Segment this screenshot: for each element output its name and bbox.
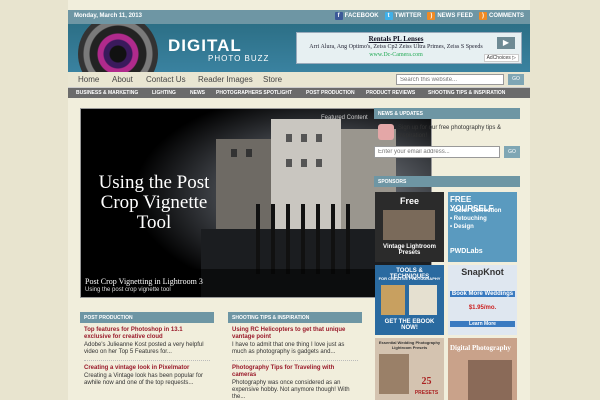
news-updates-box: NEWS & UPDATES Sign up for our free phot…	[374, 108, 520, 164]
email-field[interactable]	[374, 146, 500, 158]
post-production-column: POST PRODUCTION Top features for Photosh…	[80, 312, 214, 387]
search-input[interactable]	[396, 74, 504, 85]
featured-label: Featured Content	[321, 115, 368, 121]
ad-title[interactable]: Rentals PL Lenses	[301, 35, 491, 43]
sponsor-text: • Retouching	[450, 216, 487, 222]
twitter-icon: t	[384, 12, 393, 20]
nav-home[interactable]: Home	[78, 75, 99, 84]
sponsor-text: Essential Wedding Photography Lightroom …	[378, 340, 441, 350]
cat-spotlight[interactable]: PHOTOGRAPHERS SPOTLIGHT	[216, 90, 292, 96]
sponsor-wedding-presets[interactable]: Essential Wedding Photography Lightroom …	[375, 338, 444, 400]
featured-title[interactable]: Using the Post Crop Vignette Tool	[89, 173, 219, 233]
sponsor-text: $1.95/mo.	[468, 305, 497, 311]
twitter-label: TWITTER	[394, 13, 422, 19]
sponsors-box: SPONSORS Free Vintage Lightroom Presets …	[374, 176, 520, 400]
sponsor-lightroom-presets[interactable]: Free Vintage Lightroom Presets	[375, 192, 444, 262]
news-head: NEWS & UPDATES	[374, 108, 520, 119]
ad-choices[interactable]: AdChoices ▷	[483, 54, 519, 62]
facebook-link[interactable]: f FACEBOOK	[334, 12, 379, 20]
shooting-tips-column: SHOOTING TIPS & INSPIRATION Using RC Hel…	[228, 312, 362, 400]
post-title[interactable]: Photography Tips for Traveling with came…	[232, 365, 358, 379]
sponsor-snapknot[interactable]: SnapKnot Book More Weddings $1.95/mo. Le…	[448, 265, 517, 335]
ad-line: Arri Alura, Ang Optimo's, Zeiss Cp2 Zeis…	[309, 44, 483, 50]
list-item: Top features for Photoshop in 13.1 exclu…	[84, 327, 210, 356]
post-excerpt: Adobe's Julieanne Kost posted a very hel…	[84, 342, 204, 355]
divider	[232, 360, 358, 361]
comments-label: COMMENTS	[489, 13, 524, 19]
post-excerpt: Creating a Vintage look has been popular…	[84, 373, 203, 386]
facebook-label: FACEBOOK	[344, 13, 379, 19]
cat-shooting-tips[interactable]: SHOOTING TIPS & INSPIRATION	[428, 90, 505, 96]
sponsor-image	[381, 285, 405, 315]
list-item: Creating a vintage look in Pixelmator Cr…	[84, 365, 210, 387]
sponsor-pwdlabs[interactable]: FREE YOURSELF • Color Correction • Retou…	[448, 192, 517, 262]
sponsor-text: • Design	[450, 224, 474, 230]
sponsor-text: Learn More	[450, 321, 515, 327]
camera-lens-logo-icon[interactable]	[78, 24, 158, 72]
sponsor-text: FOR CREATIVE PHOTOGRAPHY	[378, 276, 441, 281]
sponsor-text: PRESETS	[414, 390, 439, 396]
sponsor-text: 25	[421, 376, 432, 387]
sponsor-image	[468, 360, 512, 400]
sponsor-tools-techniques[interactable]: TOOLS & TECHNIQUES FOR CREATIVE PHOTOGRA…	[375, 265, 444, 335]
category-nav: BUSINESS & MARKETING LIGHTING NEWS PHOTO…	[68, 88, 530, 98]
featured-subcaption: Using the post crop vignette tool	[85, 287, 171, 293]
column-head[interactable]: POST PRODUCTION	[80, 312, 214, 323]
column-head[interactable]: SHOOTING TIPS & INSPIRATION	[228, 312, 362, 323]
cat-business[interactable]: BUSINESS & MARKETING	[76, 90, 138, 96]
list-item: Using RC Helicopters to get that unique …	[232, 327, 358, 356]
cat-lighting[interactable]: LIGHTING	[152, 90, 176, 96]
post-excerpt: I have to admit that one thing I love ju…	[232, 342, 345, 355]
search-go-button[interactable]: GO	[508, 74, 524, 85]
rss-icon: )	[427, 12, 436, 20]
post-excerpt: Photography was once considered as an ex…	[232, 380, 350, 400]
cat-post-production[interactable]: POST PRODUCTION	[306, 90, 355, 96]
twitter-link[interactable]: t TWITTER	[384, 12, 422, 20]
top-bar: Monday, March 11, 2013 f FACEBOOK t TWIT…	[68, 10, 530, 24]
site-header: DIGITAL PHOTO BUZZ Rentals PL Lenses Arr…	[68, 24, 530, 72]
page-wrapper: Monday, March 11, 2013 f FACEBOOK t TWIT…	[68, 0, 530, 400]
news-feed-label: NEWS FEED	[437, 13, 473, 19]
divider	[84, 360, 210, 361]
cat-product-reviews[interactable]: PRODUCT REVIEWS	[366, 90, 415, 96]
sponsor-text: SnapKnot	[461, 267, 504, 277]
facebook-icon: f	[334, 12, 343, 20]
social-links: f FACEBOOK t TWITTER ) NEWS FEED ) COMME…	[334, 12, 524, 20]
nav-contact[interactable]: Contact Us	[146, 75, 186, 84]
sponsors-head: SPONSORS	[374, 176, 520, 187]
post-title[interactable]: Top features for Photoshop in 13.1 exclu…	[84, 327, 210, 341]
featured-caption[interactable]: Post Crop Vignetting in Lightroom 3	[85, 277, 203, 286]
post-title[interactable]: Creating a vintage look in Pixelmator	[84, 365, 210, 372]
ad-url[interactable]: www.Dc-Camera.com	[301, 52, 491, 58]
sponsor-text: GET THE EBOOK NOW!	[384, 319, 435, 331]
rss-feed-icon[interactable]	[378, 124, 394, 140]
sponsor-text: Vintage Lightroom Presets	[383, 244, 436, 256]
sponsor-image	[379, 354, 409, 394]
sponsor-text: Free	[399, 196, 419, 206]
main-nav: Home About Contact Us Reader Images Stor…	[68, 72, 530, 88]
sponsor-text: • Color Correction	[450, 208, 502, 214]
sponsor-image	[409, 285, 437, 315]
post-title[interactable]: Using RC Helicopters to get that unique …	[232, 327, 358, 341]
news-feed-link[interactable]: ) NEWS FEED	[427, 12, 473, 20]
nav-reader-images[interactable]: Reader Images	[198, 75, 253, 84]
nav-about[interactable]: About	[112, 75, 133, 84]
comments-rss-icon: )	[479, 12, 487, 20]
email-go-button[interactable]: GO	[504, 146, 520, 158]
ad-arrow-button[interactable]: ▶	[497, 37, 515, 49]
comments-link[interactable]: ) COMMENTS	[479, 12, 524, 20]
sponsor-image	[383, 210, 435, 240]
site-logo[interactable]: DIGITAL	[168, 36, 242, 56]
header-ad[interactable]: Rentals PL Lenses Arri Alura, Ang Optimo…	[296, 32, 522, 64]
sponsor-text: PWDLabs	[450, 248, 483, 255]
sponsor-text: Book More Weddings	[450, 291, 515, 297]
nav-store[interactable]: Store	[263, 75, 282, 84]
date-label: Monday, March 11, 2013	[74, 13, 142, 19]
site-logo-subtitle[interactable]: PHOTO BUZZ	[208, 54, 269, 63]
cat-news[interactable]: NEWS	[190, 90, 205, 96]
sponsor-text: Digital Photography	[450, 344, 511, 352]
list-item: Photography Tips for Traveling with came…	[232, 365, 358, 400]
news-signup-text: Sign up for our free photography tips & …	[398, 125, 502, 139]
sponsor-digital-photography[interactable]: Digital Photography	[448, 338, 517, 400]
